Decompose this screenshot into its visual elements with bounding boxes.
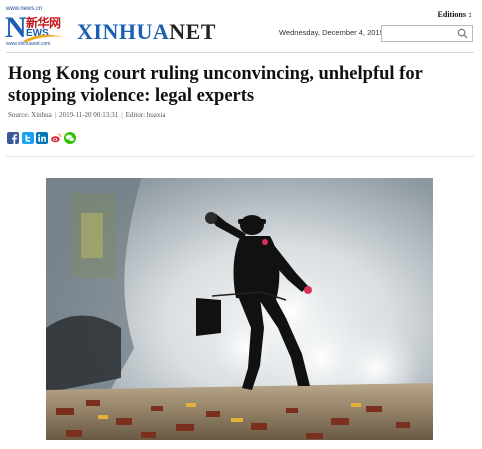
article-timestamp: 2019-11-20 00:13:31: [59, 111, 119, 119]
weibo-icon[interactable]: [50, 132, 62, 144]
editions-menu[interactable]: Editions ↕: [438, 10, 472, 19]
wechat-icon[interactable]: [64, 132, 76, 144]
search-input[interactable]: [382, 29, 454, 44]
facebook-icon[interactable]: [7, 132, 19, 144]
article-source: Source: Xinhua: [8, 111, 52, 119]
article-editor: Editor: huaxia: [125, 111, 166, 119]
current-date: Wednesday, December 4, 2019: [279, 28, 384, 37]
article-meta: Source: Xinhua | 2019-11-20 00:13:31 | Edito…: [8, 111, 166, 119]
brand-net: NET: [169, 19, 216, 44]
protest-photo-illustration: [46, 178, 433, 440]
meta-divider: [6, 156, 474, 157]
xinhua-news-logo[interactable]: www.news.cn N 新华网 EWS www.xinhuanet.com: [5, 6, 65, 47]
article-photo: [46, 178, 433, 440]
xinhuanet-wordmark[interactable]: XINHUANET: [77, 19, 216, 45]
site-header: www.news.cn N 新华网 EWS www.xinhuanet.com …: [0, 0, 482, 52]
linkedin-icon[interactable]: [36, 132, 48, 144]
header-divider: [6, 52, 474, 53]
search-box[interactable]: [381, 25, 473, 44]
search-icon[interactable]: [457, 28, 468, 39]
brand-xinhua: XINHUA: [77, 19, 170, 44]
twitter-icon[interactable]: [22, 132, 34, 144]
logo-url-bottom: www.xinhuanet.com: [6, 41, 51, 47]
article-title: Hong Kong court ruling unconvincing, unh…: [8, 64, 423, 106]
